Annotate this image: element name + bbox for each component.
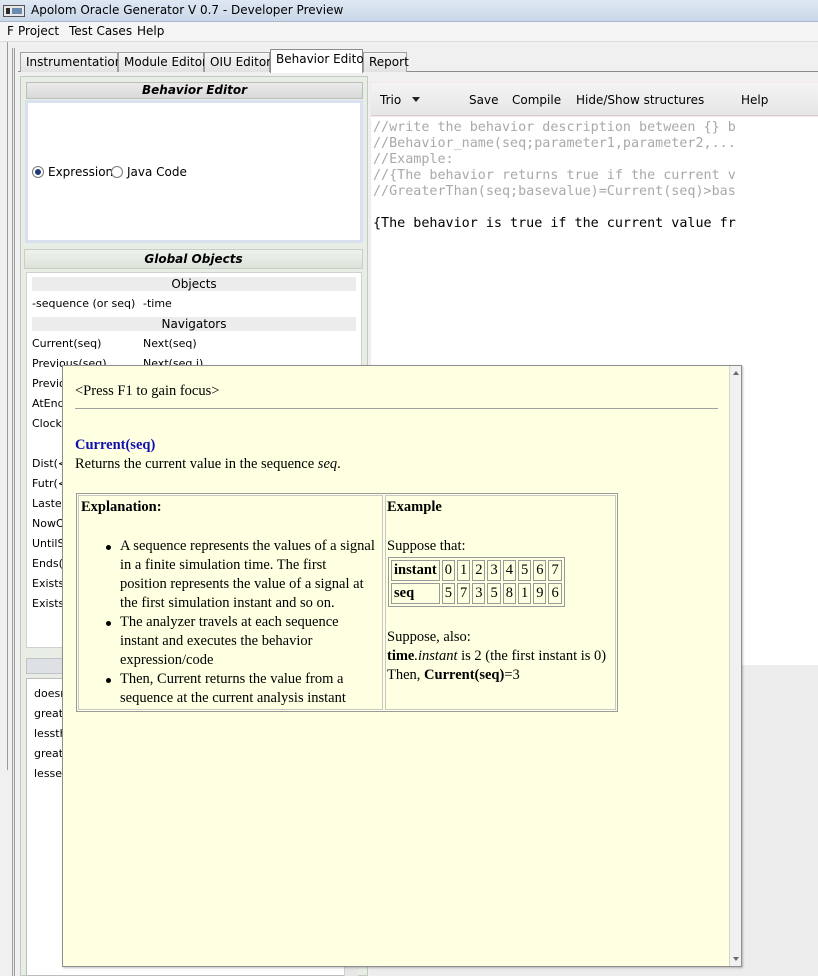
table-cell: 5 [517,560,532,581]
table-cell: 3 [472,583,486,604]
scroll-down-icon[interactable] [733,957,739,961]
example-header: Example [387,499,442,515]
behavior-list-item[interactable]: great [34,707,63,720]
app-icon [3,5,25,17]
nav-item-partial[interactable]: Previo [32,377,66,390]
table-cell: 6 [533,560,547,581]
op-item-partial[interactable]: Ends( [32,557,63,570]
table-cell: 6 [548,583,562,604]
sequence-table: instant 0 1 2 3 4 5 6 7 seq 5 7 3 5 8 1 … [388,557,565,607]
nav-item-partial[interactable]: Clock [32,417,62,430]
scroll-up-icon[interactable] [733,371,739,375]
op-item-partial[interactable]: Exists [32,597,64,610]
bullet-icon [106,678,111,683]
explanation-bullet: Then, Current returns the value from a s… [120,671,346,706]
bullet-icon [106,545,111,550]
code-comment-line: //GreaterThan(seq;basevalue)=Current(seq… [373,184,736,199]
table-cell: 0 [441,560,455,581]
op-item-partial[interactable]: Exists [32,577,64,590]
behavior-editor-header: Behavior Editor [26,82,363,99]
tab-instrumentation[interactable]: Instrumentation [20,52,122,72]
table-cell: 5 [487,583,501,604]
code-comment-line: //Behavior_name(seq;parameter1,parameter… [373,136,736,151]
explanation-bullet: The analyzer travels at each sequence in… [120,614,339,668]
global-objects-header: Global Objects [24,249,363,269]
table-cell: 9 [533,583,547,604]
expression-radio-label[interactable]: Expression [48,165,113,179]
time-instant-text: time.instant is 2 (the first instant is … [387,648,607,664]
behavior-list-item[interactable]: great [34,747,63,760]
frame-edge [7,42,8,770]
tab-behavior-editor[interactable]: Behavior Editor [270,49,369,73]
table-cell-header: seq [391,583,440,604]
split-handle[interactable] [12,48,15,976]
table-cell: 1 [456,560,471,581]
function-name: Current(seq) [75,437,156,453]
focus-hint: <Press F1 to gain focus> [75,383,220,399]
tab-oiu-editor[interactable]: OIU Editor [204,52,271,72]
help-button[interactable]: Help [741,93,768,107]
table-cell: 8 [502,583,516,604]
language-dropdown[interactable]: Trio [380,93,401,107]
table-cell: 1 [517,583,532,604]
nav-current[interactable]: Current(seq) [32,337,101,350]
compile-button[interactable]: Compile [512,93,561,107]
table-cell: 4 [502,560,516,581]
objects-header: Objects [32,277,356,291]
suppose-also-text: Suppose, also: [387,629,471,645]
table-cell: 3 [487,560,501,581]
object-time[interactable]: -time [143,297,172,310]
nav-item-partial[interactable]: AtEnd [32,397,65,410]
table-row: instant 0 1 2 3 4 5 6 7 [391,560,562,581]
tab-report[interactable]: Report [363,52,409,72]
expression-radio[interactable] [32,166,44,178]
menu-project[interactable]: Project [18,24,59,38]
function-description: Returns the current value in the sequenc… [75,456,341,472]
result-text: Then, Current(seq)=3 [387,667,520,683]
table-row: seq 5 7 3 5 8 1 9 6 [391,583,562,604]
java-code-radio[interactable] [111,166,123,178]
object-sequence[interactable]: -sequence (or seq) [32,297,135,310]
explanation-header: Explanation: [81,499,162,515]
menu-test-cases[interactable]: Test Cases [69,24,132,38]
navigators-header: Navigators [32,317,356,331]
bullet-icon [106,621,111,626]
java-code-radio-label[interactable]: Java Code [127,165,187,179]
hide-show-structures-button[interactable]: Hide/Show structures [576,93,704,107]
table-cell: 7 [456,583,471,604]
code-comment-line: //Example: [373,152,454,167]
popup-scrollbar[interactable] [729,366,741,966]
tab-module-editor[interactable]: Module Editor [118,52,207,72]
chevron-down-icon[interactable] [412,97,420,102]
nav-next[interactable]: Next(seq) [143,337,197,350]
code-comment-line: //write the behavior description between… [373,120,736,135]
code-line: {The behavior is true if the current val… [373,216,736,231]
save-button[interactable]: Save [469,93,498,107]
window-title: Apolom Oracle Generator V 0.7 - Develope… [31,3,344,17]
menu-help[interactable]: Help [137,24,164,38]
op-item-partial[interactable]: NowO [32,517,65,530]
table-cell: 7 [548,560,562,581]
table-cell-header: instant [391,560,440,581]
popup-divider [75,408,718,409]
menu-item-cut[interactable]: F [7,24,14,38]
op-item-partial[interactable]: UntilS [32,537,64,550]
code-comment-line: //{The behavior returns true if the curr… [373,168,736,183]
suppose-that-text: Suppose that: [387,538,466,554]
table-cell: 2 [472,560,486,581]
table-cell: 5 [441,583,455,604]
explanation-bullet: A sequence represents the values of a si… [120,538,375,611]
